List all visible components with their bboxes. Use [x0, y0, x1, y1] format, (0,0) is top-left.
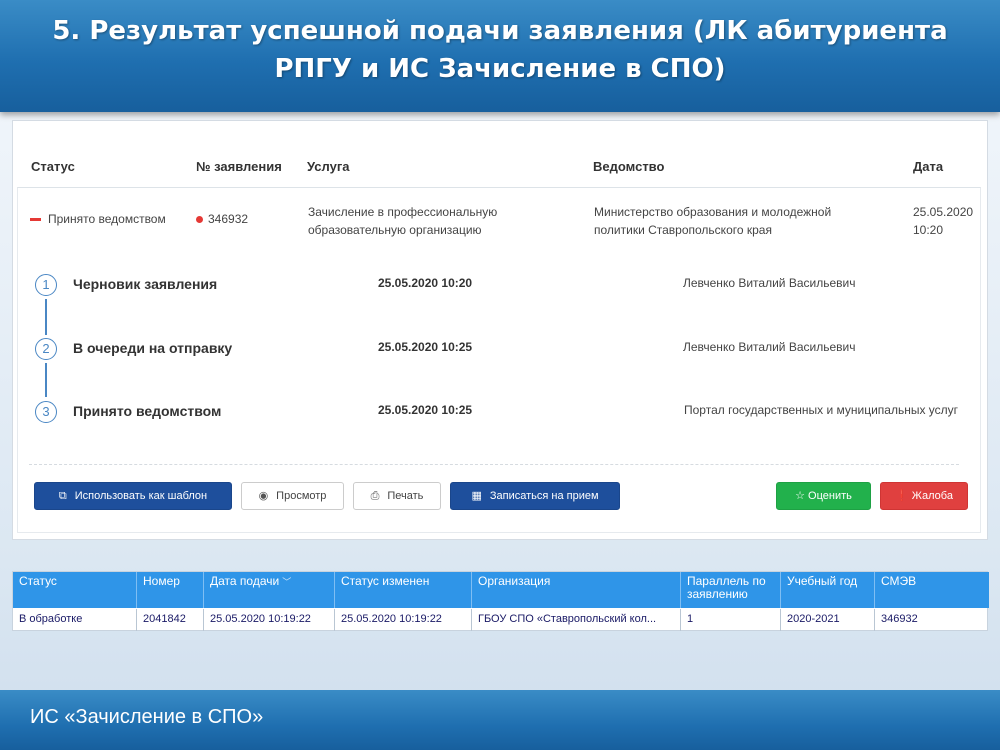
- column-submission-date[interactable]: Дата подачи ﹀: [204, 572, 335, 608]
- timeline-connector: [45, 363, 47, 397]
- exclamation-circle-icon: ❗: [895, 490, 909, 502]
- step-author: Левченко Виталий Васильевич: [683, 276, 856, 290]
- column-smev[interactable]: СМЭВ: [875, 572, 989, 608]
- header-department: Ведомство: [593, 159, 665, 174]
- header-number: № заявления: [196, 159, 282, 174]
- step-author: Портал государственных и муниципальных у…: [684, 403, 959, 417]
- row-status: Принято ведомством: [30, 212, 166, 226]
- step-title: В очереди на отправку: [73, 340, 233, 356]
- row-date: 25.05.2020 10:20: [913, 205, 974, 237]
- status-dot-icon: [196, 216, 203, 224]
- cell-academic-year: 2020-2021: [781, 609, 875, 631]
- cell-submission-date: 25.05.2020 10:19:22: [204, 609, 335, 631]
- header-date: Дата: [913, 159, 944, 174]
- book-appointment-button[interactable]: ▦ Записаться на прием: [450, 482, 620, 510]
- step-number-1: 1: [35, 274, 57, 296]
- column-status[interactable]: Статус: [13, 572, 137, 608]
- step-author: Левченко Виталий Васильевич: [683, 340, 856, 354]
- cell-smev: 346932: [881, 613, 918, 625]
- table-header: Статус № заявления Услуга Ведомство Дата: [13, 159, 989, 179]
- print-button[interactable]: ⎙ Печать: [353, 482, 441, 510]
- preview-button[interactable]: ◉ Просмотр: [241, 482, 344, 510]
- grid-header: Статус Номер Дата подачи ﹀ Статус изменен…: [13, 572, 989, 608]
- cell-organization: ГБОУ СПО «Ставропольский кол...: [472, 609, 681, 631]
- row-number: 346932: [196, 212, 248, 226]
- cell-status-changed: 25.05.2020 10:19:22: [335, 609, 472, 631]
- column-status-changed[interactable]: Статус изменен: [335, 572, 472, 608]
- cell-number: 2041842: [137, 609, 204, 631]
- complaint-button[interactable]: ❗ Жалоба: [880, 482, 968, 510]
- header-service: Услуга: [307, 159, 350, 174]
- header-status: Статус: [31, 159, 75, 174]
- row-department: Министерство образования и молодежной по…: [594, 205, 832, 237]
- status-dash-icon: [30, 218, 41, 222]
- column-number[interactable]: Номер: [137, 572, 204, 608]
- step-datetime: 25.05.2020 10:25: [378, 403, 473, 417]
- use-as-template-button[interactable]: ⧉ Использовать как шаблон: [34, 482, 232, 510]
- star-icon: ☆: [795, 490, 806, 502]
- column-parallel[interactable]: Параллель по заявлению: [681, 572, 781, 608]
- step-number-2: 2: [35, 338, 57, 360]
- divider: [29, 464, 959, 465]
- copy-icon: ⧉: [58, 490, 67, 502]
- column-academic-year[interactable]: Учебный год: [781, 572, 875, 608]
- cell-parallel: 1: [681, 609, 781, 631]
- sort-chevron-icon: ﹀: [282, 577, 292, 587]
- timeline-connector: [45, 299, 47, 335]
- step-datetime: 25.05.2020 10:20: [378, 276, 473, 290]
- cell-status: В обработке: [13, 609, 137, 631]
- footer-caption: ИС «Зачисление в СПО»: [30, 706, 264, 728]
- rate-button[interactable]: ☆ Оценить: [776, 482, 871, 510]
- calendar-icon: ▦: [471, 490, 482, 502]
- column-organization[interactable]: Организация: [472, 572, 681, 608]
- step-title: Черновик заявления: [73, 276, 218, 292]
- print-icon: ⎙: [370, 490, 380, 502]
- slide-title: 5. Результат успешной подачи заявления (…: [52, 16, 948, 84]
- step-datetime: 25.05.2020 10:25: [378, 340, 473, 354]
- row-service: Зачисление в профессиональную образовате…: [308, 205, 498, 237]
- application-panel: Статус № заявления Услуга Ведомство Дата…: [12, 120, 988, 540]
- step-title: Принято ведомством: [73, 403, 222, 419]
- applications-grid: Статус Номер Дата подачи ﹀ Статус изменен…: [12, 571, 989, 631]
- step-number-3: 3: [35, 401, 57, 423]
- eye-icon: ◉: [258, 490, 269, 502]
